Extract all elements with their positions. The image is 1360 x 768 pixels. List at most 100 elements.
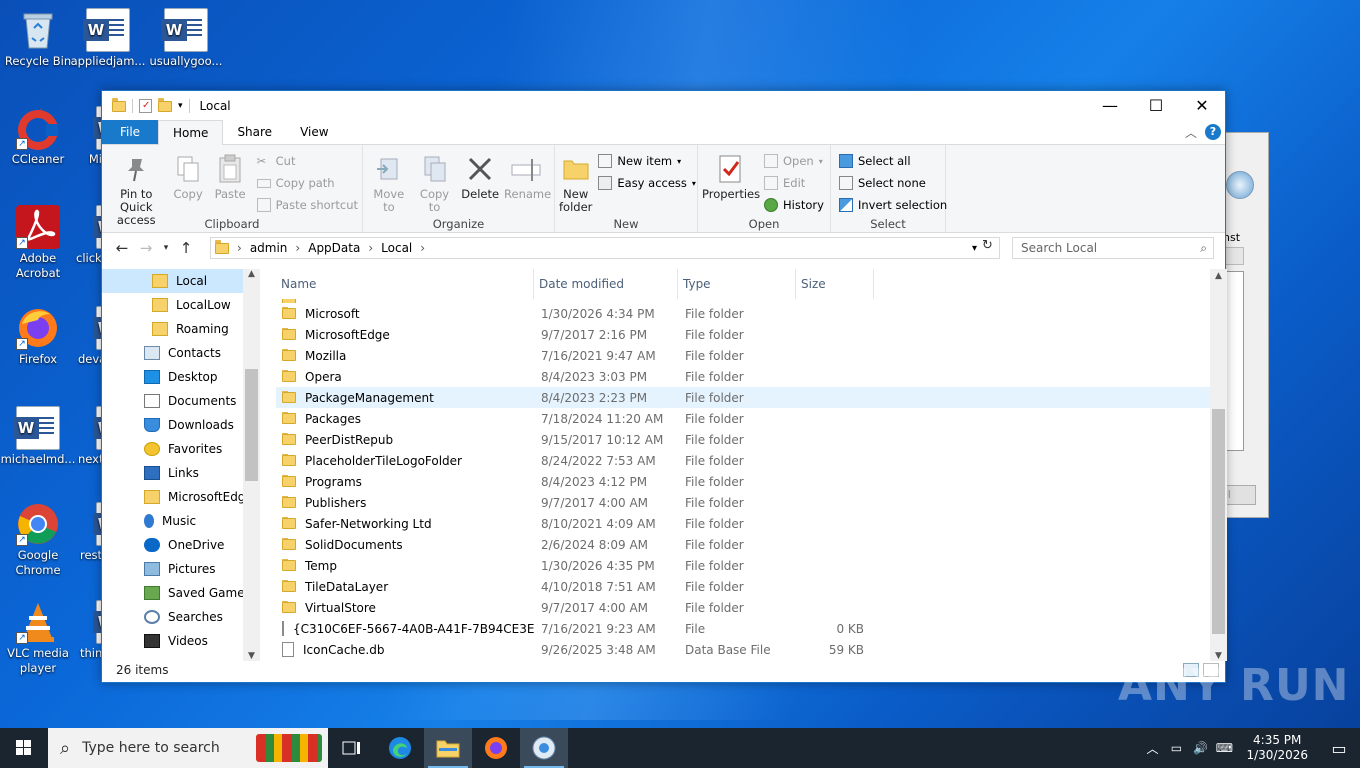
tab-home[interactable]: Home [158,120,224,145]
breadcrumb-admin[interactable]: admin [250,241,288,255]
file-list-scrollbar[interactable]: ▲ ▼ [1210,269,1227,661]
collapse-ribbon-icon[interactable]: ︿ [1185,124,1197,141]
address-bar[interactable]: › admin › AppData › Local › ▾ [210,237,1000,259]
breadcrumb-appdata[interactable]: AppData [308,241,360,255]
nav-item-local[interactable]: Local [102,269,260,293]
table-row[interactable]: Microsoft 1/30/2026 4:34 PM File folder [276,303,1214,324]
file-list[interactable]: Name Date modified Type Size ^ Microsoft… [276,269,1214,661]
invert-selection-button[interactable]: Invert selection [839,195,947,215]
network-icon[interactable]: ▭ [1164,741,1188,755]
edge-icon[interactable] [376,728,424,768]
desktop-icon-word-doc[interactable]: next [68,406,102,467]
help-icon[interactable]: ? [1205,124,1221,140]
notifications-icon[interactable]: ▭ [1318,739,1360,758]
desktop-icon-firefox[interactable]: ↗ Firefox [0,306,76,367]
nav-item-saved-games[interactable]: Saved Games [102,581,260,605]
nav-item-contacts[interactable]: Contacts [102,341,260,365]
volume-icon[interactable]: 🔊 [1188,741,1212,755]
breadcrumb-local[interactable]: Local [381,241,412,255]
desktop-icon-word-doc[interactable]: usuallygoo... [148,8,224,69]
column-header-name[interactable]: Name [276,269,534,299]
column-header-size[interactable]: Size [796,269,874,299]
nav-scrollbar[interactable]: ▲ ▼ [243,269,260,661]
table-row[interactable]: Programs 8/4/2023 4:12 PM File folder [276,471,1214,492]
nav-item-roaming[interactable]: Roaming [102,317,260,341]
nav-item-favorites[interactable]: Favorites [102,437,260,461]
table-row[interactable]: MicrosoftEdge 9/7/2017 2:16 PM File folder [276,324,1214,345]
properties-qat-icon[interactable]: ✓ [139,99,152,113]
desktop-icon-word-doc[interactable]: michaelmd... [0,406,76,467]
select-all-button[interactable]: Select all [839,151,947,171]
copy-path-button[interactable]: Copy path [256,173,358,193]
easy-access-button[interactable]: Easy access ▾ [598,173,696,193]
select-none-button[interactable]: Select none [839,173,947,193]
scroll-up-arrow-icon[interactable]: ▲ [243,269,260,279]
task-view-icon[interactable] [328,728,376,768]
installer-icon[interactable] [520,728,568,768]
table-row[interactable]: VirtualStore 9/7/2017 4:00 AM File folder [276,597,1214,618]
input-keyboard-icon[interactable]: ⌨ [1212,741,1236,755]
tab-share[interactable]: Share [223,120,286,144]
file-explorer-icon[interactable] [424,728,472,768]
table-row[interactable]: {C310C6EF-5667-4A0B-A41F-7B94CE3E69... 7/… [276,618,1214,639]
nav-scrollbar-thumb[interactable] [245,369,258,481]
nav-item-pictures[interactable]: Pictures [102,557,260,581]
search-input[interactable]: Search Local ⌕ [1012,237,1214,259]
up-arrow-icon[interactable]: ↑ [174,239,198,257]
table-row[interactable]: Publishers 9/7/2017 4:00 AM File folder [276,492,1214,513]
forward-arrow-icon[interactable]: → [134,239,158,257]
desktop-icon-word-doc[interactable]: click [68,205,102,266]
table-row[interactable]: TileDataLayer 4/10/2018 7:51 AM File folde… [276,576,1214,597]
file-list-scrollbar-thumb[interactable] [1212,409,1225,634]
nav-item-music[interactable]: Music [102,509,260,533]
table-row[interactable]: Packages 7/18/2024 11:20 AM File folder [276,408,1214,429]
nav-item-desktop[interactable]: Desktop [102,365,260,389]
desktop-icon-acrobat[interactable]: ↗ Adobe Acrobat [0,205,76,281]
nav-item-microsoftedge[interactable]: MicrosoftEdge [102,485,260,509]
column-header-type[interactable]: Type [678,269,796,299]
desktop-icon-chrome[interactable]: ↗ Google Chrome [0,502,76,578]
minimize-button[interactable]: — [1087,91,1133,121]
recent-locations-icon[interactable]: ▾ [158,243,174,253]
back-arrow-icon[interactable]: ← [110,239,134,257]
desktop-icon-word-doc[interactable]: rest [68,502,102,563]
table-row[interactable]: PlaceholderTileLogoFolder 8/24/2022 7:53 … [276,450,1214,471]
nav-item-downloads[interactable]: Downloads [102,413,260,437]
title-bar[interactable]: ✓ ▾ Local — ☐ ✕ [102,91,1225,121]
table-row[interactable]: Safer-Networking Ltd 8/10/2021 4:09 AM Fil… [276,513,1214,534]
new-folder-qat-icon[interactable] [158,97,172,112]
address-dropdown-icon[interactable]: ▾ [972,243,977,254]
open-button[interactable]: Open ▾ [764,151,824,171]
desktop-icon-word-doc[interactable]: thin [68,600,102,661]
refresh-icon[interactable]: ↻ [982,238,993,253]
desktop-icon-word-doc[interactable]: deva [68,306,102,367]
firefox-icon[interactable] [472,728,520,768]
start-button[interactable] [0,728,48,768]
tab-file[interactable]: File [102,120,158,144]
scroll-down-arrow-icon[interactable]: ▼ [243,651,260,661]
nav-item-locallow[interactable]: LocalLow [102,293,260,317]
nav-item-onedrive[interactable]: OneDrive [102,533,260,557]
desktop-icon-ccleaner[interactable]: ↗ CCleaner [0,106,76,167]
nav-item-documents[interactable]: Documents [102,389,260,413]
edit-button[interactable]: Edit [764,173,824,193]
scroll-up-arrow-icon[interactable]: ▲ [1210,269,1227,281]
taskbar-search-box[interactable]: ⌕ Type here to search [48,728,328,768]
new-item-button[interactable]: New item ▾ [598,151,696,171]
nav-item-videos[interactable]: Videos [102,629,260,653]
show-hidden-icons-icon[interactable]: ︿ [1140,740,1164,757]
desktop-icon-vlc[interactable]: ↗ VLC media player [0,600,76,676]
cut-button[interactable]: ✂ Cut [257,151,358,171]
history-button[interactable]: History [764,195,824,215]
maximize-button[interactable]: ☐ [1133,91,1179,121]
table-row[interactable]: Mozilla 7/16/2021 9:47 AM File folder [276,345,1214,366]
navigation-pane[interactable]: Local LocalLow Roaming Contacts Desktop Docum… [102,269,260,661]
desktop-icon-recycle-bin[interactable]: Recycle Bin [0,8,76,69]
file-explorer-window[interactable]: ✓ ▾ Local — ☐ ✕ File Home Share View ︿ ?… [101,90,1227,683]
table-row[interactable]: Temp 1/30/2026 4:35 PM File folder [276,555,1214,576]
table-row[interactable]: IconCache.db 9/26/2025 3:48 AM Data Base F… [276,639,1214,660]
desktop-icon-word-doc[interactable]: appliedjam... [70,8,146,69]
paste-shortcut-button[interactable]: Paste shortcut [256,195,358,215]
table-row[interactable]: PeerDistRepub 9/15/2017 10:12 AM File fold… [276,429,1214,450]
qat-customize-icon[interactable]: ▾ [178,101,183,111]
